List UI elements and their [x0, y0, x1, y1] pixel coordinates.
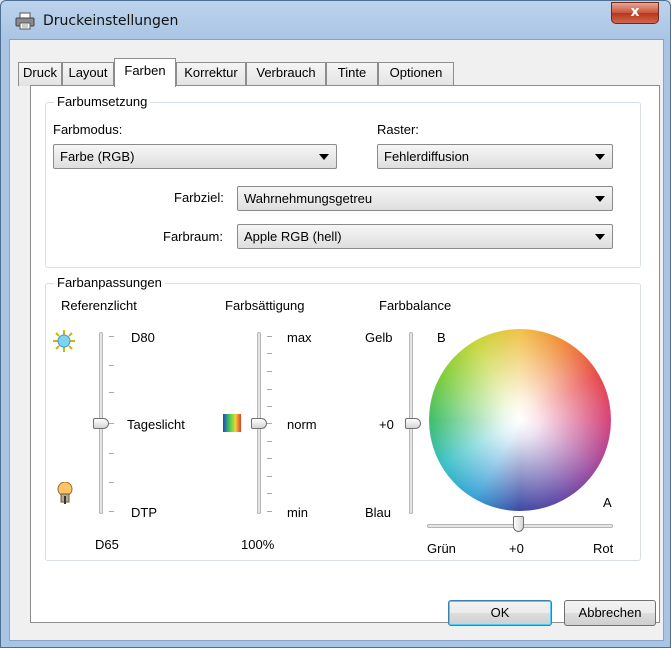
slider-tick: [109, 423, 114, 424]
tab-page-farben: Farbumsetzung Farbmodus: Farbe (RGB) Ras…: [30, 85, 660, 623]
farbbalance-center: +0: [509, 541, 524, 556]
referenzlicht-value: D65: [95, 537, 119, 552]
farbmodus-select[interactable]: Farbe (RGB): [53, 144, 337, 169]
farbbalance-middle: +0: [379, 417, 394, 432]
farbbalance-b-slider-thumb[interactable]: [405, 418, 421, 429]
slider-tick: [267, 476, 272, 477]
chevron-down-icon: [595, 196, 605, 202]
raster-select[interactable]: Fehlerdiffusion: [377, 144, 613, 169]
farbsaettigung-slider-thumb[interactable]: [251, 418, 267, 429]
tab-korrektur[interactable]: Korrektur: [176, 62, 246, 86]
chevron-down-icon: [319, 154, 329, 160]
tab-farben[interactable]: Farben: [114, 58, 176, 87]
raster-label: Raster:: [377, 122, 419, 137]
slider-tick: [267, 389, 272, 390]
referenzlicht-bottom: DTP: [131, 505, 157, 520]
color-balance-wheel[interactable]: [429, 329, 611, 511]
tab-verbrauch[interactable]: Verbrauch: [246, 62, 326, 86]
chevron-down-icon: [595, 234, 605, 240]
farbraum-label: Farbraum:: [163, 229, 223, 244]
slider-tick: [267, 458, 272, 459]
farbbalance-heading: Farbbalance: [379, 298, 452, 313]
farbsaettigung-top: max: [287, 330, 312, 345]
tab-tinte[interactable]: Tinte: [326, 62, 378, 86]
axis-b-label: B: [437, 330, 446, 345]
farbmodus-value: Farbe (RGB): [60, 149, 135, 164]
slider-tick: [267, 371, 272, 372]
printer-icon: [15, 12, 35, 30]
slider-tick: [109, 511, 114, 512]
title-bar[interactable]: Druckeinstellungen x: [1, 1, 670, 39]
farbbalance-bottom: Blau: [365, 505, 392, 520]
slider-tick: [109, 453, 114, 454]
cancel-button[interactable]: Abbrechen: [564, 600, 656, 626]
chevron-down-icon: [595, 154, 605, 160]
window-title: Druckeinstellungen: [43, 13, 179, 29]
farbraum-value: Apple RGB (hell): [244, 229, 342, 244]
axis-a-label: A: [603, 495, 612, 510]
slider-tick: [267, 406, 272, 407]
sun-icon: [53, 330, 75, 352]
farbbalance-a-slider-thumb[interactable]: [513, 516, 524, 532]
slider-tick: [267, 423, 272, 424]
farbziel-value: Wahrnehmungsgetreu: [244, 191, 373, 206]
slider-tick: [267, 336, 272, 337]
referenzlicht-middle: Tageslicht: [127, 417, 185, 432]
slider-tick: [109, 392, 114, 393]
referenzlicht-top: D80: [131, 330, 155, 345]
close-button[interactable]: x: [611, 2, 659, 24]
lightbulb-icon: [57, 482, 73, 504]
slider-tick: [109, 482, 114, 483]
farbziel-label: Farbziel:: [174, 190, 224, 205]
slider-tick: [109, 365, 114, 366]
dialog-window: Druckeinstellungen x Druck Layout Farben…: [0, 0, 671, 648]
referenzlicht-slider-thumb[interactable]: [93, 418, 109, 429]
slider-tick: [267, 441, 272, 442]
tab-optionen[interactable]: Optionen: [378, 62, 454, 86]
farbbalance-top: Gelb: [365, 330, 393, 345]
farbsaettigung-middle: norm: [287, 417, 317, 432]
tab-druck[interactable]: Druck: [18, 62, 62, 86]
farbbalance-left: Grün: [427, 541, 456, 556]
referenzlicht-heading: Referenzlicht: [61, 298, 137, 313]
farbziel-select[interactable]: Wahrnehmungsgetreu: [237, 186, 613, 211]
saturation-icon: [223, 414, 241, 432]
farbsaettigung-heading: Farbsättigung: [225, 298, 305, 313]
farbsaettigung-value: 100%: [241, 537, 275, 552]
dialog-body: Druck Layout Farben Korrektur Verbrauch …: [9, 39, 664, 641]
ok-button[interactable]: OK: [448, 600, 552, 626]
raster-value: Fehlerdiffusion: [384, 149, 470, 164]
farbraum-select[interactable]: Apple RGB (hell): [237, 224, 613, 249]
tab-layout[interactable]: Layout: [62, 62, 114, 86]
slider-tick: [267, 353, 272, 354]
farbsaettigung-bottom: min: [287, 505, 308, 520]
slider-tick: [267, 493, 272, 494]
slider-tick: [109, 336, 114, 337]
group-title-farbumsetzung: Farbumsetzung: [54, 94, 151, 109]
farbmodus-label: Farbmodus:: [53, 122, 123, 137]
group-title-farbanpassungen: Farbanpassungen: [54, 275, 165, 290]
slider-tick: [267, 511, 272, 512]
farbbalance-right: Rot: [593, 541, 614, 556]
